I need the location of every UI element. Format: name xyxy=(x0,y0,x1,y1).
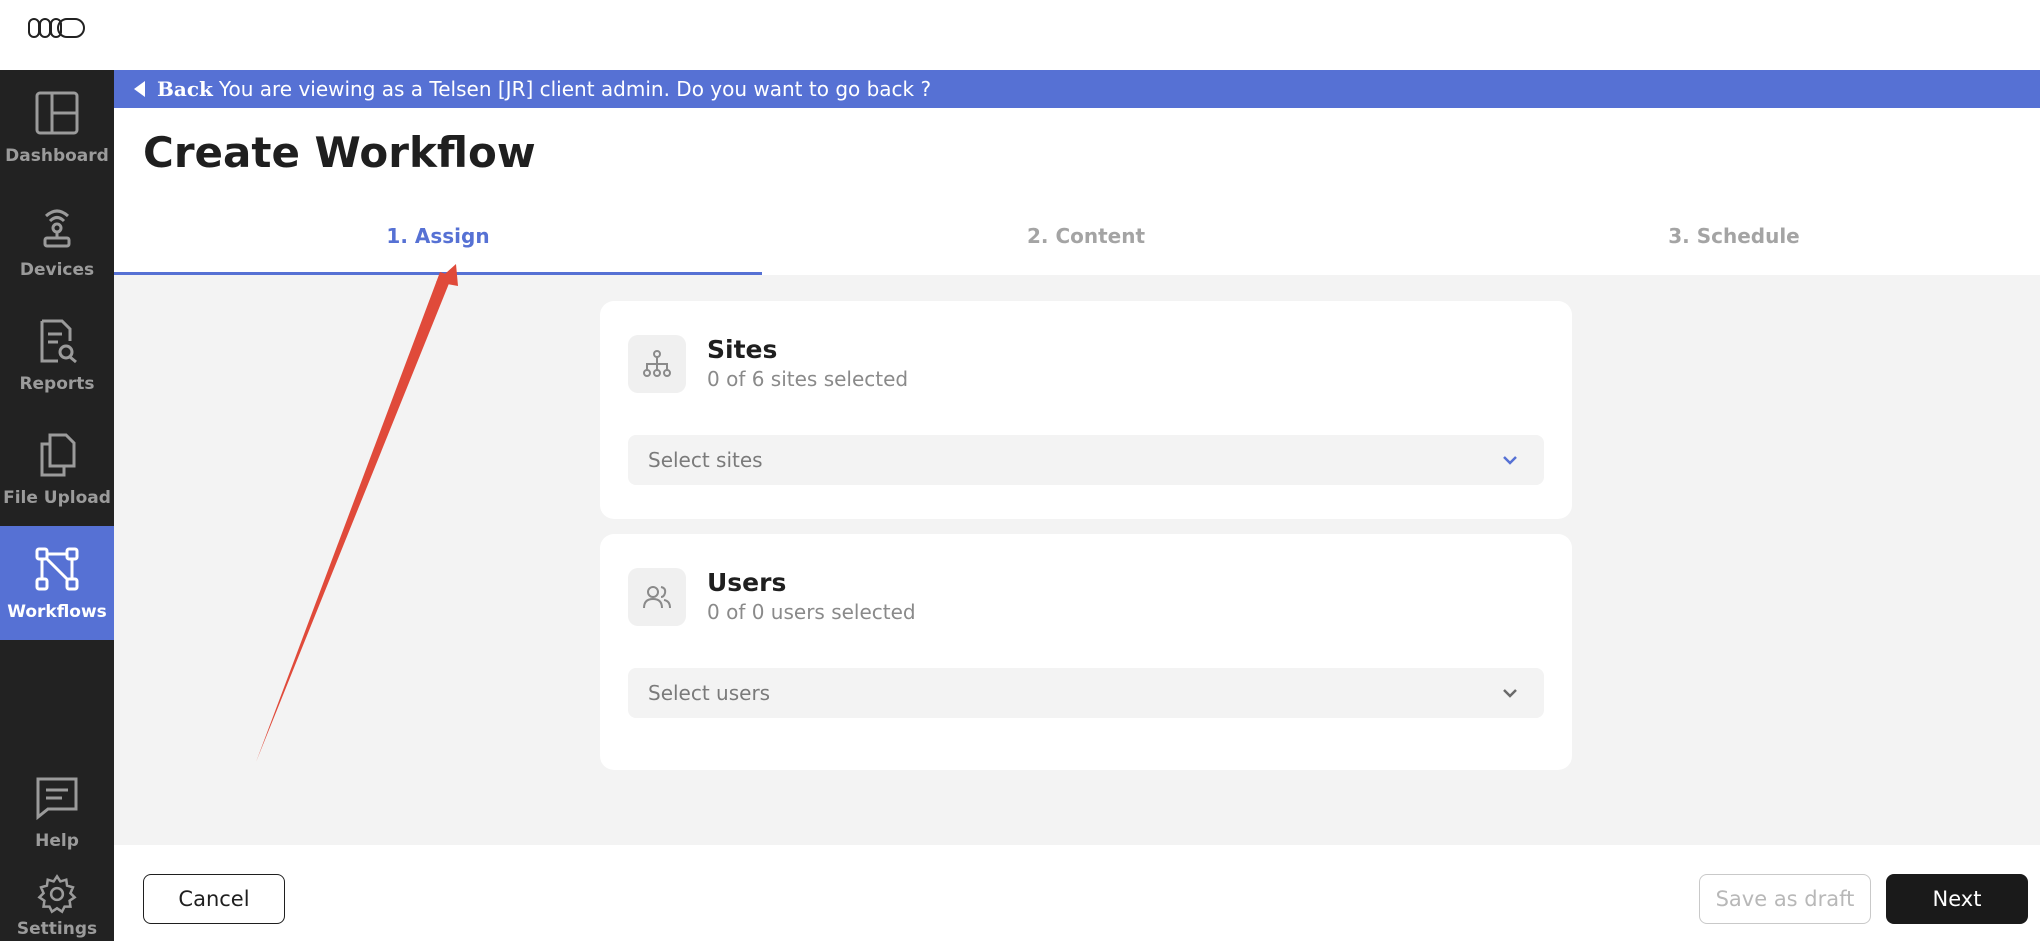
sidebar-item-label: Dashboard xyxy=(5,146,109,166)
sites-card: Sites 0 of 6 sites selected Select sites xyxy=(600,301,1572,519)
sites-select[interactable]: Select sites xyxy=(628,435,1544,485)
next-button[interactable]: Next xyxy=(1886,874,2028,924)
users-icon-box xyxy=(628,568,686,626)
users-subtitle: 0 of 0 users selected xyxy=(707,600,916,624)
users-select-placeholder: Select users xyxy=(648,681,771,705)
sidebar-item-devices[interactable]: Devices xyxy=(0,184,114,298)
tab-assign[interactable]: 1. Assign xyxy=(114,224,762,248)
sidebar-item-label: Workflows xyxy=(7,602,107,622)
sites-title: Sites xyxy=(707,335,778,364)
sidebar-item-label: Devices xyxy=(19,260,95,280)
sites-select-placeholder: Select sites xyxy=(648,448,763,472)
sidebar-item-workflows[interactable]: Workflows xyxy=(0,526,114,640)
sites-subtitle: 0 of 6 sites selected xyxy=(707,367,909,391)
sidebar-item-help[interactable]: Help xyxy=(0,755,114,869)
sidebar-item-file-upload[interactable]: File Upload xyxy=(0,412,114,526)
sidebar-item-label: Help xyxy=(35,831,79,851)
tab-content[interactable]: 2. Content xyxy=(762,224,1410,248)
cancel-button[interactable]: Cancel xyxy=(143,874,285,924)
impersonation-banner: Back You are viewing as a Telsen [JR] cl… xyxy=(114,70,2040,108)
sites-icon-box xyxy=(628,335,686,393)
users-icon xyxy=(643,586,671,609)
back-arrow-icon[interactable] xyxy=(134,81,145,97)
users-title: Users xyxy=(707,568,787,597)
sitemap-icon xyxy=(643,350,671,377)
content-area: Sites 0 of 6 sites selected Select sites… xyxy=(114,275,2040,845)
tab-schedule[interactable]: 3. Schedule xyxy=(1410,224,2040,248)
sidebar-item-label: Settings xyxy=(16,919,98,939)
sidebar-item-label: Reports xyxy=(19,374,95,394)
workflows-icon xyxy=(35,547,79,591)
chevron-down-icon xyxy=(1503,456,1517,465)
file-upload-icon xyxy=(40,433,76,477)
devices-icon xyxy=(43,209,71,248)
top-bar xyxy=(0,0,2040,70)
dashboard-icon xyxy=(35,91,79,135)
users-select[interactable]: Select users xyxy=(628,668,1544,718)
sidebar-item-settings[interactable]: Settings xyxy=(0,869,114,941)
save-draft-button[interactable]: Save as draft xyxy=(1699,874,1871,924)
sidebar-item-dashboard[interactable]: Dashboard xyxy=(0,70,114,184)
sidebar-item-reports[interactable]: Reports xyxy=(0,298,114,412)
users-card: Users 0 of 0 users selected Select users xyxy=(600,534,1572,770)
page-title: Create Workflow xyxy=(143,128,536,177)
reports-icon xyxy=(40,319,77,364)
logo-icon xyxy=(28,18,85,38)
chevron-down-icon xyxy=(1503,689,1517,698)
banner-message: You are viewing as a Telsen [JR] client … xyxy=(218,77,932,101)
sidebar: Dashboard Devices Reports File Upload Wo… xyxy=(0,70,114,941)
help-icon xyxy=(36,777,78,821)
settings-icon xyxy=(37,874,77,914)
back-link[interactable]: Back xyxy=(157,77,213,101)
sidebar-item-label: File Upload xyxy=(3,488,111,508)
